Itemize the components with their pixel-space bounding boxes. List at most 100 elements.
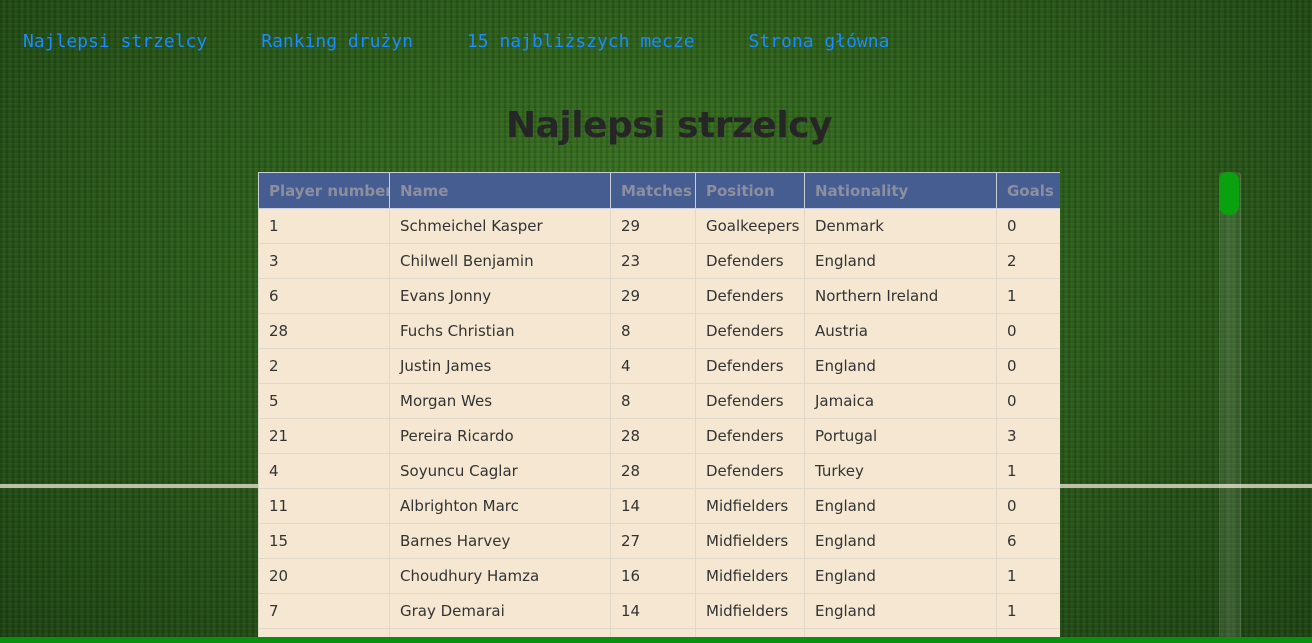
cell-name: Albrighton Marc bbox=[389, 488, 611, 524]
nav-link-team-ranking[interactable]: Ranking drużyn bbox=[261, 30, 413, 54]
cell-player-number: 28 bbox=[258, 313, 390, 349]
cell-goals: 0 bbox=[996, 383, 1060, 419]
cell-position: Defenders bbox=[695, 313, 805, 349]
cell-goals: 0 bbox=[996, 348, 1060, 384]
nav-link-upcoming-matches[interactable]: 15 najbliższych mecze bbox=[467, 30, 695, 54]
cell-name: Choudhury Hamza bbox=[389, 558, 611, 594]
cell-position bbox=[695, 628, 805, 637]
cell-name: Justin James bbox=[389, 348, 611, 384]
cell-player-number: 7 bbox=[258, 593, 390, 629]
cell-matches: 29 bbox=[610, 278, 696, 314]
cell-matches: 29 bbox=[610, 208, 696, 244]
table-row: 1 Schmeichel Kasper 29 Goalkeepers Denma… bbox=[258, 208, 1060, 244]
cell-goals: 3 bbox=[996, 418, 1060, 454]
cell-goals bbox=[996, 628, 1060, 637]
scorers-table-container: Player number Name Matches Position Nati… bbox=[258, 172, 1060, 637]
cell-name: Schmeichel Kasper bbox=[389, 208, 611, 244]
cell-goals: 1 bbox=[996, 453, 1060, 489]
cell-name: Morgan Wes bbox=[389, 383, 611, 419]
cell-nationality: England bbox=[804, 558, 997, 594]
table-row: 3 Chilwell Benjamin 23 Defenders England… bbox=[258, 243, 1060, 279]
cell-player-number: 2 bbox=[258, 348, 390, 384]
cell-matches: 8 bbox=[610, 313, 696, 349]
cell-player-number: 6 bbox=[258, 278, 390, 314]
cell-matches: 16 bbox=[610, 558, 696, 594]
cell-position: Midfielders bbox=[695, 488, 805, 524]
column-header-player-number[interactable]: Player number bbox=[258, 172, 390, 209]
cell-goals: 0 bbox=[996, 313, 1060, 349]
table-row: 2 Justin James 4 Defenders England 0 bbox=[258, 348, 1060, 384]
cell-goals: 2 bbox=[996, 243, 1060, 279]
table-row: 20 Choudhury Hamza 16 Midfielders Englan… bbox=[258, 558, 1060, 594]
cell-player-number: 21 bbox=[258, 418, 390, 454]
cell-name: Gray Demarai bbox=[389, 593, 611, 629]
scrollbar-thumb[interactable] bbox=[1219, 172, 1239, 215]
page-title: Najlepsi strzelcy bbox=[506, 105, 833, 146]
cell-goals: 1 bbox=[996, 558, 1060, 594]
column-header-goals[interactable]: Goals bbox=[996, 172, 1060, 209]
cell-nationality: England bbox=[804, 348, 997, 384]
table-row: 7 Gray Demarai 14 Midfielders England 1 bbox=[258, 593, 1060, 629]
cell-nationality: Denmark bbox=[804, 208, 997, 244]
table-row: 21 Pereira Ricardo 28 Defenders Portugal… bbox=[258, 418, 1060, 454]
cell-player-number: 20 bbox=[258, 558, 390, 594]
cell-position: Defenders bbox=[695, 418, 805, 454]
cell-goals: 0 bbox=[996, 488, 1060, 524]
cell-player-number: 11 bbox=[258, 488, 390, 524]
table-row bbox=[258, 628, 1060, 637]
cell-goals: 1 bbox=[996, 278, 1060, 314]
cell-position: Defenders bbox=[695, 278, 805, 314]
cell-matches: 27 bbox=[610, 523, 696, 559]
cell-name: Pereira Ricardo bbox=[389, 418, 611, 454]
table-row: 5 Morgan Wes 8 Defenders Jamaica 0 bbox=[258, 383, 1060, 419]
cell-nationality: England bbox=[804, 243, 997, 279]
cell-nationality bbox=[804, 628, 997, 637]
cell-player-number: 15 bbox=[258, 523, 390, 559]
cell-goals: 6 bbox=[996, 523, 1060, 559]
cell-position: Goalkeepers bbox=[695, 208, 805, 244]
cell-position: Defenders bbox=[695, 453, 805, 489]
column-header-position[interactable]: Position bbox=[695, 172, 805, 209]
cell-player-number: 3 bbox=[258, 243, 390, 279]
cell-nationality: Turkey bbox=[804, 453, 997, 489]
table-row: 11 Albrighton Marc 14 Midfielders Englan… bbox=[258, 488, 1060, 524]
cell-matches: 4 bbox=[610, 348, 696, 384]
cell-position: Midfielders bbox=[695, 593, 805, 629]
cell-name: Chilwell Benjamin bbox=[389, 243, 611, 279]
cell-matches: 28 bbox=[610, 453, 696, 489]
cell-player-number: 5 bbox=[258, 383, 390, 419]
cell-player-number bbox=[258, 628, 390, 637]
cell-nationality: Jamaica bbox=[804, 383, 997, 419]
table-row: 4 Soyuncu Caglar 28 Defenders Turkey 1 bbox=[258, 453, 1060, 489]
table-row: 15 Barnes Harvey 27 Midfielders England … bbox=[258, 523, 1060, 559]
cell-nationality: England bbox=[804, 523, 997, 559]
table-row: 28 Fuchs Christian 8 Defenders Austria 0 bbox=[258, 313, 1060, 349]
column-header-matches[interactable]: Matches bbox=[610, 172, 696, 209]
scorers-table: Player number Name Matches Position Nati… bbox=[258, 172, 1060, 637]
nav-link-top-scorers[interactable]: Najlepsi strzelcy bbox=[23, 30, 207, 54]
cell-nationality: England bbox=[804, 593, 997, 629]
cell-matches: 23 bbox=[610, 243, 696, 279]
cell-matches: 8 bbox=[610, 383, 696, 419]
cell-name: Fuchs Christian bbox=[389, 313, 611, 349]
cell-matches: 28 bbox=[610, 418, 696, 454]
cell-position: Midfielders bbox=[695, 523, 805, 559]
cell-nationality: Northern Ireland bbox=[804, 278, 997, 314]
cell-name: Evans Jonny bbox=[389, 278, 611, 314]
table-body: 1 Schmeichel Kasper 29 Goalkeepers Denma… bbox=[258, 208, 1060, 637]
cell-position: Defenders bbox=[695, 348, 805, 384]
cell-name: Barnes Harvey bbox=[389, 523, 611, 559]
cell-player-number: 4 bbox=[258, 453, 390, 489]
cell-matches: 14 bbox=[610, 593, 696, 629]
table-row: 6 Evans Jonny 29 Defenders Northern Irel… bbox=[258, 278, 1060, 314]
cell-nationality: England bbox=[804, 488, 997, 524]
column-header-nationality[interactable]: Nationality bbox=[804, 172, 997, 209]
cell-matches: 14 bbox=[610, 488, 696, 524]
scrollbar-track[interactable] bbox=[1219, 172, 1241, 643]
column-header-name[interactable]: Name bbox=[389, 172, 611, 209]
cell-player-number: 1 bbox=[258, 208, 390, 244]
table-header: Player number Name Matches Position Nati… bbox=[258, 172, 1060, 209]
table-header-row: Player number Name Matches Position Nati… bbox=[258, 172, 1060, 209]
nav-link-home[interactable]: Strona główna bbox=[749, 30, 890, 54]
cell-position: Midfielders bbox=[695, 558, 805, 594]
